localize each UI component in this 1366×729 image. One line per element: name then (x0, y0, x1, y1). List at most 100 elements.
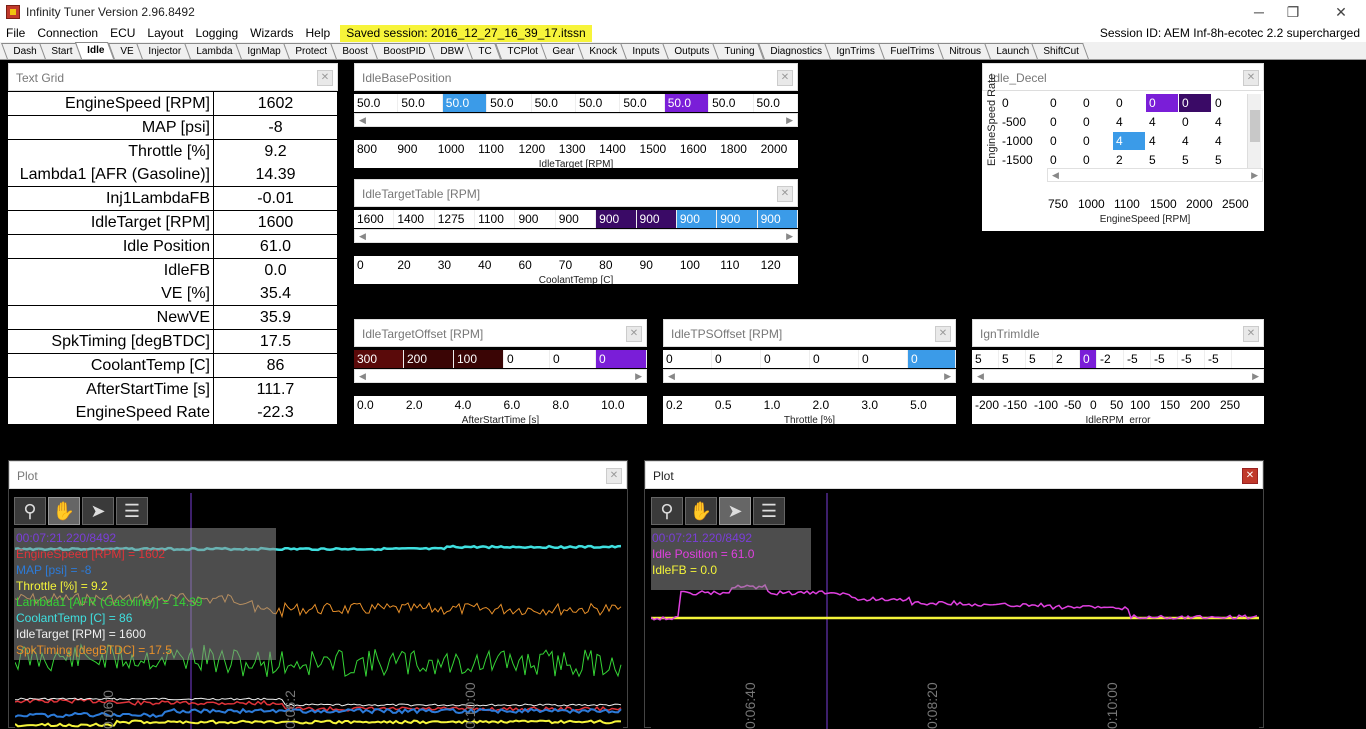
table-cell[interactable]: 1400 (394, 210, 435, 228)
table-cell[interactable]: 1100 (475, 210, 516, 228)
table-cell[interactable]: 50.0 (354, 94, 399, 112)
menu-file[interactable]: File (0, 24, 31, 42)
decel-cell[interactable]: 0 (1179, 113, 1211, 131)
table-cell[interactable]: 50.0 (398, 94, 443, 112)
tab-knock[interactable]: Knock (577, 43, 628, 59)
close-icon[interactable]: ✕ (1243, 326, 1259, 342)
table-cell[interactable]: 900 (676, 210, 718, 228)
table-cell[interactable]: -5 (1178, 350, 1205, 368)
close-icon[interactable]: ✕ (626, 326, 642, 342)
table-cell[interactable]: 5 (999, 350, 1026, 368)
table-cell[interactable]: 50.0 (664, 94, 710, 112)
decel-cell[interactable]: 5 (1212, 151, 1244, 169)
zoom-icon[interactable]: ⚲ (14, 497, 46, 525)
decel-cell[interactable]: 0 (1047, 113, 1079, 131)
tab-shiftcut[interactable]: ShiftCut (1031, 43, 1089, 59)
table-cell[interactable]: 0 (859, 350, 908, 368)
menu-help[interactable]: Help (300, 24, 337, 42)
tab-diagnostics[interactable]: Diagnostics (757, 43, 832, 59)
scroll-left-icon[interactable]: ◀ (359, 370, 366, 382)
table-cell[interactable]: 900 (596, 210, 637, 228)
table-cell[interactable]: 900 (636, 210, 677, 228)
tab-protect[interactable]: Protect (283, 43, 337, 59)
scroll-left-icon[interactable]: ◀ (1052, 169, 1059, 181)
table-cell[interactable]: -5 (1205, 350, 1232, 368)
close-icon[interactable]: ✕ (777, 186, 793, 202)
tab-tuning[interactable]: Tuning (712, 43, 765, 59)
tab-injector[interactable]: Injector (136, 43, 191, 59)
table-cell[interactable]: 0 (596, 350, 647, 368)
table-cell[interactable]: -5 (1151, 350, 1178, 368)
restore-icon[interactable]: ❐ (1278, 2, 1308, 22)
menu-ecu[interactable]: ECU (104, 24, 141, 42)
tab-fueltrims[interactable]: FuelTrims (877, 43, 944, 59)
decel-cell[interactable]: 0 (1212, 94, 1244, 112)
decel-cell[interactable]: 4 (1212, 132, 1244, 150)
decel-cell[interactable]: 0 (1047, 151, 1079, 169)
table-cell[interactable]: 0 (663, 350, 712, 368)
tab-boostpid[interactable]: BoostPID (370, 43, 435, 59)
menu-wizards[interactable]: Wizards (244, 24, 299, 42)
scroll-right-icon[interactable]: ▶ (1251, 169, 1258, 181)
table-cell[interactable]: 1275 (435, 210, 476, 228)
tab-boost[interactable]: Boost (330, 43, 378, 59)
decel-cell[interactable]: 4 (1146, 113, 1178, 131)
table-cell[interactable]: 900 (757, 210, 798, 228)
decel-cell[interactable]: 0 (1080, 151, 1112, 169)
close-icon[interactable]: ✕ (935, 326, 951, 342)
decel-cell[interactable]: 4 (1212, 113, 1244, 131)
table-cell[interactable]: 5 (972, 350, 999, 368)
decel-cell[interactable]: 4 (1179, 132, 1211, 150)
tab-outputs[interactable]: Outputs (662, 43, 720, 59)
vertical-scrollbar[interactable] (1247, 94, 1261, 168)
decel-cell[interactable]: 0 (1080, 113, 1112, 131)
table-cell[interactable]: -2 (1097, 350, 1124, 368)
table-cell[interactable]: 50.0 (620, 94, 665, 112)
tab-lambda[interactable]: Lambda (183, 43, 242, 59)
horizontal-scrollbar[interactable]: ◀ ▶ (972, 369, 1264, 383)
close-icon[interactable]: ✕ (1242, 468, 1258, 484)
table-cell[interactable]: 0 (504, 350, 550, 368)
menu-connection[interactable]: Connection (31, 24, 104, 42)
decel-cell[interactable]: 0 (1047, 132, 1079, 150)
close-icon[interactable]: ✕ (606, 468, 622, 484)
pan-hand-icon[interactable]: ✋ (685, 497, 717, 525)
decel-cell[interactable]: 0 (1179, 94, 1211, 112)
decel-cell[interactable]: 0 (1146, 94, 1178, 112)
table-cell[interactable]: 50.0 (487, 94, 532, 112)
pan-hand-icon[interactable]: ✋ (48, 497, 80, 525)
table-cell[interactable]: 0 (550, 350, 596, 368)
pointer-icon[interactable]: ➤ (719, 497, 751, 525)
table-cell[interactable]: 2 (1053, 350, 1080, 368)
table-cell[interactable]: 5 (1026, 350, 1053, 368)
pointer-icon[interactable]: ➤ (82, 497, 114, 525)
table-cell[interactable]: 100 (454, 350, 504, 368)
table-cell[interactable]: 0 (1080, 350, 1097, 368)
scroll-right-icon[interactable]: ▶ (1252, 370, 1259, 382)
decel-cell[interactable]: 0 (1080, 132, 1112, 150)
close-icon[interactable]: ✕ (1326, 2, 1356, 22)
decel-cell[interactable]: 4 (1146, 132, 1178, 150)
list-icon[interactable]: ☰ (116, 497, 148, 525)
close-icon[interactable]: ✕ (317, 70, 333, 86)
minimize-icon[interactable]: ─ (1244, 2, 1274, 22)
tab-tcplot[interactable]: TCPlot (494, 43, 548, 59)
close-icon[interactable]: ✕ (1243, 70, 1259, 86)
decel-cell[interactable]: 4 (1113, 113, 1145, 131)
table-cell[interactable]: -5 (1124, 350, 1151, 368)
table-cell[interactable]: 0 (908, 350, 956, 368)
decel-cell[interactable]: 2 (1113, 151, 1145, 169)
decel-cell[interactable]: 0 (1047, 94, 1079, 112)
scroll-right-icon[interactable]: ▶ (944, 370, 951, 382)
scroll-left-icon[interactable]: ◀ (359, 230, 366, 242)
table-cell[interactable]: 50.0 (532, 94, 576, 112)
decel-cell[interactable]: 0 (1080, 94, 1112, 112)
table-cell[interactable]: 200 (404, 350, 454, 368)
table-cell[interactable]: 50.0 (442, 94, 488, 112)
scroll-left-icon[interactable]: ◀ (668, 370, 675, 382)
scroll-right-icon[interactable]: ▶ (786, 114, 793, 126)
table-cell[interactable]: 0 (810, 350, 859, 368)
table-cell[interactable]: 1600 (354, 210, 395, 228)
table-cell[interactable]: 0 (761, 350, 810, 368)
decel-cell[interactable]: 4 (1113, 132, 1145, 150)
